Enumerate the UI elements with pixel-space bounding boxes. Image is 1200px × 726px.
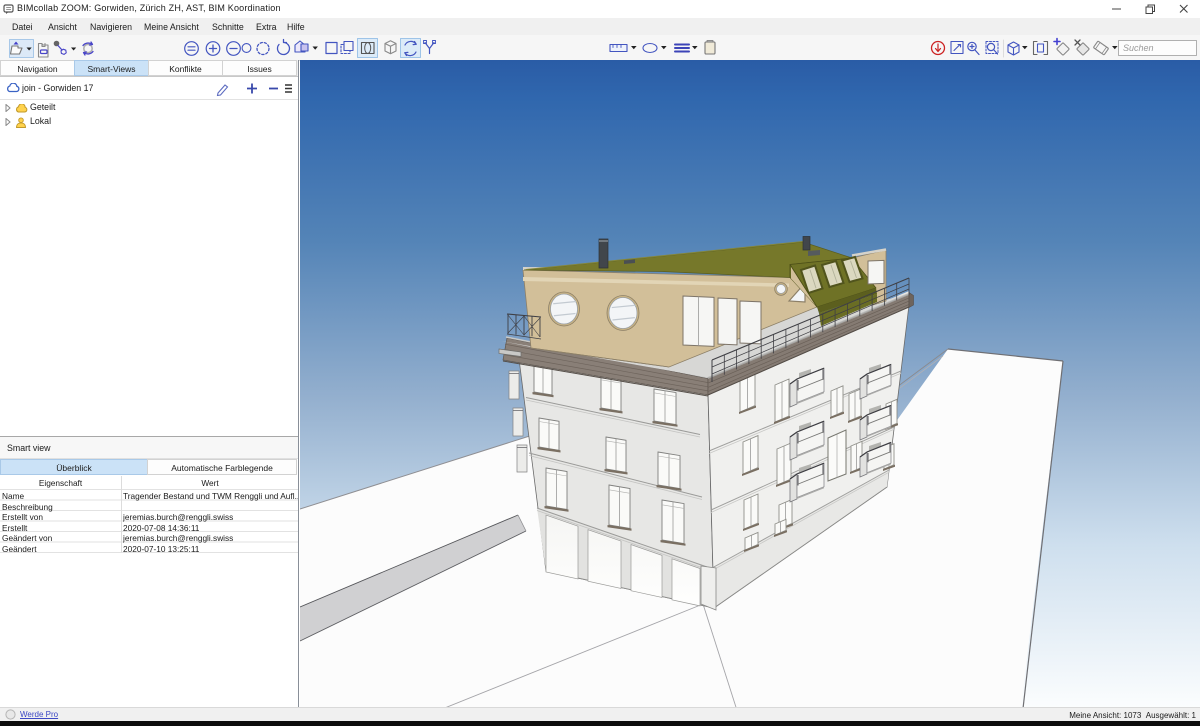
svg-text:Suchen: Suchen: [1123, 43, 1154, 53]
